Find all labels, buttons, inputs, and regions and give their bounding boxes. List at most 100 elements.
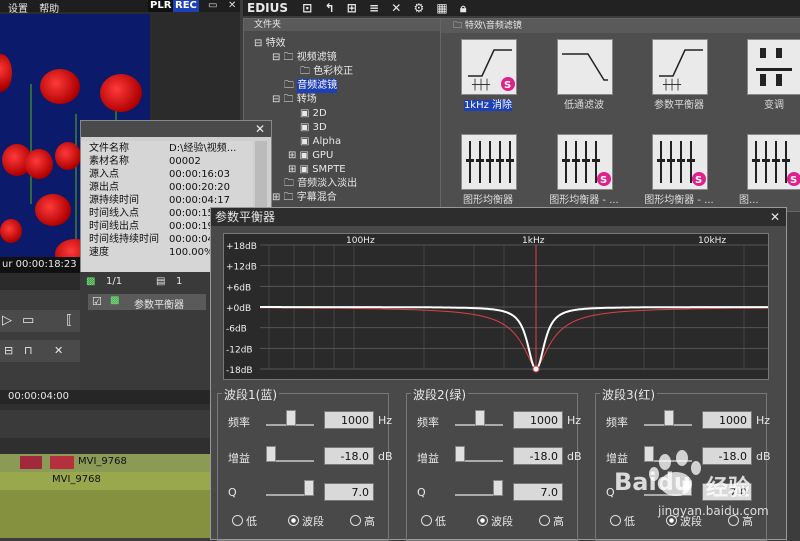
tree-item-gpu[interactable]: ⊞ ▣ GPU [288,149,333,163]
radio-band[interactable]: 波段 [477,513,513,529]
filter-checkbox[interactable]: ☑ [92,295,102,308]
filter-item[interactable]: ☑ ▩ 参数平衡器 [88,294,206,311]
band-handle[interactable] [532,365,540,373]
y-tick-label: -18dB [226,366,253,376]
svg-text:┼┼┼: ┼┼┼ [662,78,682,91]
plr-badge[interactable]: PLR [148,0,174,12]
eq-response-graph[interactable]: +18dB +12dB +6dB +0dB -6dB -12dB -18dB 100Hz 1k… [223,233,769,380]
transport-controls: ▷ ▭ ⟦ [0,310,90,332]
radio-low[interactable]: 低 [421,513,446,529]
dialog-close-icon[interactable]: ✕ [770,208,780,226]
tree-item-smpte[interactable]: ⊞ ▣ SMPTE [288,163,346,177]
freq-slider[interactable] [644,410,692,426]
timeline-clip-video[interactable]: MVI_9768 [0,454,210,472]
effect-graphic-eq-1[interactable] [461,134,517,190]
effect-pitch[interactable] [747,39,800,95]
effect-parametric-eq[interactable]: ┼┼┼ [652,39,708,95]
effect-label-parametric-eq: 参数平衡器 [654,100,704,111]
y-tick-label: +0dB [226,304,251,314]
close-icon[interactable]: ✕ [226,0,238,12]
gain-label: 增益 [417,452,439,465]
edit-tools: ⊟ ⊓ ✕ [0,340,80,362]
new-icon[interactable]: ⊞ [347,1,357,15]
tree-item-3d[interactable]: ▣ 3D [300,121,327,135]
effect-label-pitch: 变调 [764,100,784,111]
output-icon[interactable]: ▭ [22,313,34,328]
rec-badge[interactable]: REC [173,0,199,12]
dialog-titlebar: 参数平衡器 ✕ [211,208,786,226]
baidu-watermark: Baidu 经验 jingyan.baidu.com [610,440,800,538]
tree-item-transitions[interactable]: ⊟ 🗀︎ 转场 [272,93,317,107]
freq-input[interactable]: 1000 [324,411,374,429]
filter-edit-icon[interactable]: ▤ [156,276,165,287]
gain-slider[interactable] [455,446,503,462]
gain-input[interactable]: -18.0 [513,447,563,465]
q-input[interactable]: 7.0 [324,483,374,501]
effect-1khz-cancel[interactable]: ┼┼┼ S [461,39,517,95]
timeline-track-lower [0,490,210,538]
folder-icon[interactable]: ⊡ [302,1,312,15]
freq-slider[interactable] [455,410,503,426]
tree-item-color-correction[interactable]: 🗀︎ 色彩校正 [300,65,353,79]
freq-slider[interactable] [266,410,314,426]
lock-icon[interactable]: 🔒︎ [460,1,466,15]
effect-graphic-eq-4[interactable]: S [747,134,800,190]
info-panel-titlebar: ✕ [81,121,271,137]
effect-lowpass[interactable] [557,39,613,95]
info-row: 源出点 00:00:20:20 [89,182,231,193]
band-3-title: 波段3(红) [600,386,657,403]
effect-label-1khz: 1kHz 消除 [463,100,513,111]
effects-path: 🗀︎ 特效\音频滤镜 [441,19,800,33]
minimize-icon[interactable]: ▭ [206,0,219,12]
split-icon[interactable]: ⊟ [4,344,13,357]
total-response-curve [260,306,768,371]
info-close-icon[interactable]: ✕ [255,122,265,136]
radio-band[interactable]: 波段 [288,513,324,529]
freq-input[interactable]: 1000 [702,411,752,429]
freq-input[interactable]: 1000 [513,411,563,429]
watermark-url: jingyan.baidu.com [658,504,769,518]
gain-input[interactable]: -18.0 [324,447,374,465]
band-2-group: 波段2(绿) 频率 1000 Hz 增益 -18.0 dB Q 7.0 低 波段… [406,386,582,541]
gain-slider[interactable] [266,446,314,462]
effect-graphic-eq-3[interactable]: S [652,134,708,190]
x-tick-label: 10kHz [698,236,726,246]
freq-unit: Hz [567,414,582,427]
layout-icon[interactable]: ≡ [369,1,379,15]
tree-item-video-filters[interactable]: ⊟ 🗀︎ 视频滤镜 [272,51,337,65]
play-icon[interactable]: ▷ [2,313,12,328]
freq-label: 频率 [228,416,250,429]
q-slider[interactable] [455,480,503,496]
tree-item-audio-fade[interactable]: 🗀︎ 音频淡入淡出 [284,177,357,191]
timeline-clip-audio[interactable]: MVI_9768 [0,472,210,490]
tree-item-audio-filters[interactable]: 🗀︎ 音频滤镜 [284,79,338,93]
clip-thumbnail [20,456,42,469]
effect-graphic-eq-2[interactable]: S [557,134,613,190]
mark-in-icon[interactable]: ⟦ [66,313,72,328]
preview-timecode: 00:00:18:23 [15,259,77,270]
group-icon[interactable]: ⊓ [24,344,33,357]
radio-high[interactable]: 高 [539,513,564,529]
effect-label-lowpass: 低通滤波 [564,100,604,111]
delete-tool-icon[interactable]: ✕ [391,1,401,15]
y-tick-label: +12dB [226,263,257,273]
info-row: 文件名称 D:\经验\视频... [89,143,237,154]
q-input[interactable]: 7.0 [513,483,563,501]
up-icon[interactable]: ↰ [324,1,334,15]
delete-icon[interactable]: ✕ [54,344,63,357]
radio-low[interactable]: 低 [232,513,257,529]
x-tick-label: 100Hz [346,236,375,246]
gain-unit: dB [567,450,582,463]
tree-item-effects[interactable]: ⊟ 特效 [254,37,286,51]
view-icon[interactable]: ▦ [436,1,447,15]
radio-high[interactable]: 高 [350,513,375,529]
edius-toolbar: EDIUS ⊡ ↰ ⊞ ≡ ✕ ⚙ ▦ 🔒︎ [243,0,800,16]
info-row: 素材名称 00002 [89,156,201,167]
tree-item-2d[interactable]: ▣ 2D [300,107,327,121]
effects-palette: 🗀︎ 特效\音频滤镜 ┼┼┼ S 1kHz 消除 低通滤波 ┼┼┼ 参数平衡器 变… [440,18,800,212]
properties-icon[interactable]: ⚙ [413,1,424,15]
tree-item-title-mix[interactable]: ⊞ 🗀︎ 字幕混合 [272,191,337,205]
q-slider[interactable] [266,480,314,496]
tree-item-alpha[interactable]: ▣ Alpha [300,135,341,149]
q-label: Q [417,486,426,499]
